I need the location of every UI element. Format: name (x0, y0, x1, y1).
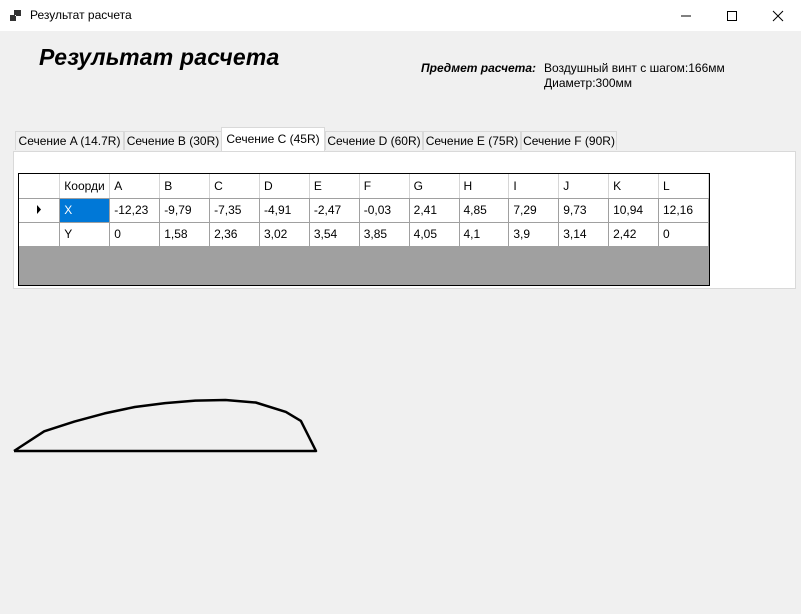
column-header[interactable]: D (259, 174, 310, 199)
table-cell[interactable]: 4,05 (409, 222, 460, 247)
table-cell[interactable]: -7,35 (209, 198, 260, 223)
row-arrow-icon (37, 205, 42, 214)
column-header[interactable]: L (658, 174, 709, 199)
minimize-icon (681, 15, 691, 17)
minimize-button[interactable] (663, 0, 709, 31)
table-cell[interactable]: 3,9 (508, 222, 560, 247)
column-header-coord[interactable]: Коорди (59, 174, 111, 199)
tab-section-f[interactable]: Сечение F (90R) (521, 131, 617, 150)
current-row-indicator[interactable] (19, 198, 61, 223)
table-cell[interactable]: 2,36 (209, 222, 260, 247)
table-cell[interactable]: 9,73 (558, 198, 610, 223)
column-header[interactable]: K (608, 174, 659, 199)
table-cell[interactable]: -2,47 (309, 198, 360, 223)
maximize-button[interactable] (709, 0, 755, 31)
column-header[interactable]: C (209, 174, 260, 199)
cell-coord-name[interactable]: Y (59, 222, 111, 247)
column-header[interactable]: J (558, 174, 610, 199)
row-header[interactable] (19, 222, 61, 247)
table-cell[interactable]: 4,85 (459, 198, 510, 223)
close-button[interactable] (755, 0, 801, 31)
tab-section-a[interactable]: Сечение A (14.7R) (15, 131, 124, 150)
column-header[interactable]: H (459, 174, 510, 199)
tab-section-b[interactable]: Сечение B (30R) (124, 131, 222, 150)
table-cell[interactable]: 0 (109, 222, 161, 247)
table-cell[interactable]: 4,1 (459, 222, 510, 247)
maximize-icon (727, 11, 737, 21)
table-cell[interactable]: 10,94 (608, 198, 659, 223)
row-header-corner[interactable] (19, 174, 61, 199)
tab-section-d[interactable]: Сечение D (60R) (325, 131, 423, 150)
column-header[interactable]: I (508, 174, 560, 199)
subject-pitch: Воздушный винт с шагом:166мм (544, 61, 725, 75)
column-header[interactable]: E (309, 174, 360, 199)
column-header[interactable]: B (159, 174, 211, 199)
cell-coord-name[interactable]: X (59, 198, 111, 223)
tab-section-c[interactable]: Сечение C (45R) (221, 127, 325, 151)
table-cell[interactable]: 3,14 (558, 222, 610, 247)
table-cell[interactable]: -0,03 (359, 198, 410, 223)
table-cell[interactable]: 2,42 (608, 222, 659, 247)
app-icon (9, 9, 23, 23)
table-cell[interactable]: -12,23 (109, 198, 161, 223)
subject-label: Предмет расчета: (421, 61, 536, 75)
close-icon (772, 10, 784, 22)
table-cell[interactable]: 3,54 (309, 222, 360, 247)
header-row: Коорди A B C D E F G H I J K L (19, 174, 709, 199)
subject-diameter: Диаметр:300мм (544, 76, 633, 90)
table-cell[interactable]: 3,02 (259, 222, 310, 247)
coordinates-grid[interactable]: Коорди A B C D E F G H I J K L X -12,23 … (18, 173, 710, 286)
table-row[interactable]: X -12,23 -9,79 -7,35 -4,91 -2,47 -0,03 2… (19, 198, 709, 223)
airfoil-profile-outline (13, 398, 318, 453)
table-cell[interactable]: 12,16 (658, 198, 709, 223)
subject-value: Воздушный винт с шагом:166мм Диаметр:300… (544, 61, 725, 91)
column-header[interactable]: G (409, 174, 460, 199)
table-cell[interactable]: 2,41 (409, 198, 460, 223)
page-title: Результат расчета (39, 44, 280, 70)
airfoil-profile-drawing (13, 398, 318, 453)
window-title: Результат расчета (30, 8, 132, 22)
coordinates-table: Коорди A B C D E F G H I J K L X -12,23 … (19, 174, 709, 247)
title-bar: Результат расчета (0, 0, 801, 32)
column-header[interactable]: A (109, 174, 161, 199)
table-cell[interactable]: -9,79 (159, 198, 211, 223)
table-row[interactable]: Y 0 1,58 2,36 3,02 3,54 3,85 4,05 4,1 3,… (19, 222, 709, 247)
table-cell[interactable]: -4,91 (259, 198, 310, 223)
table-cell[interactable]: 3,85 (359, 222, 410, 247)
table-cell[interactable]: 7,29 (508, 198, 560, 223)
column-header[interactable]: F (359, 174, 410, 199)
table-cell[interactable]: 1,58 (159, 222, 211, 247)
tab-section-e[interactable]: Сечение E (75R) (423, 131, 521, 150)
table-cell[interactable]: 0 (658, 222, 709, 247)
